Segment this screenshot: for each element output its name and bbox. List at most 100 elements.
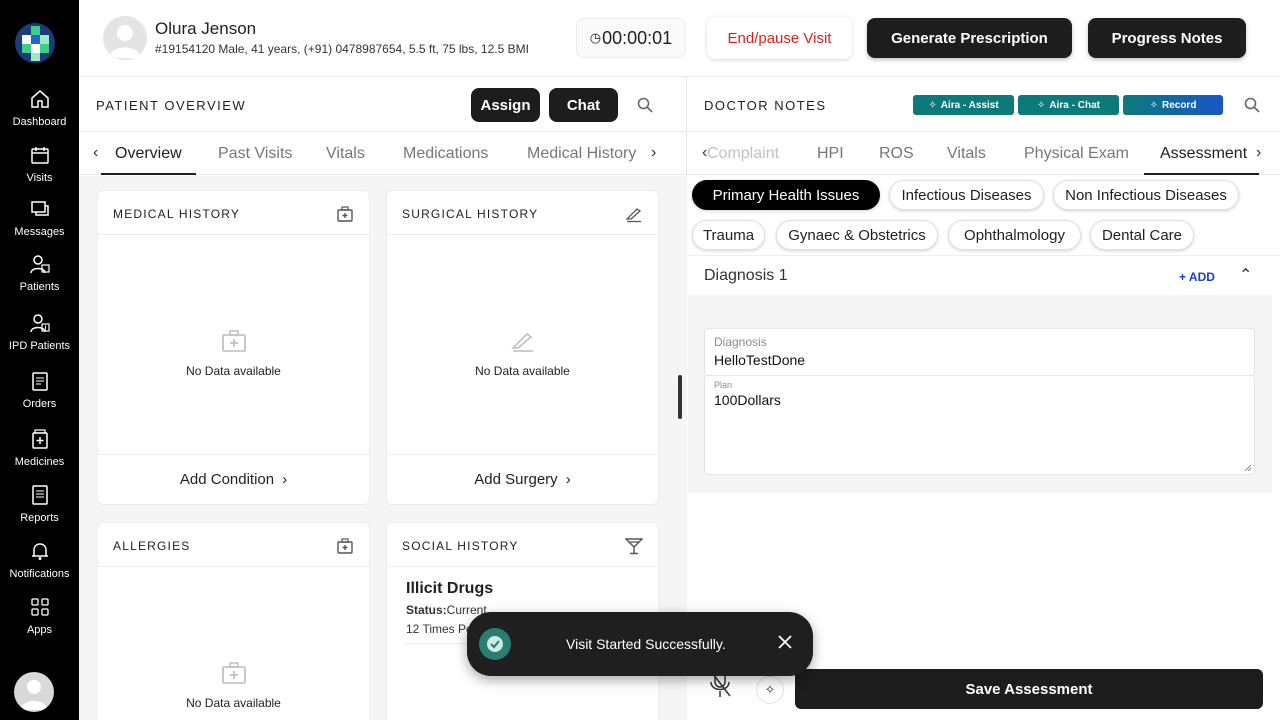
chevron-right-icon[interactable]: › (647, 144, 661, 162)
sidebar-item-patients[interactable]: Patients (0, 253, 79, 293)
tab-hpi[interactable]: HPI (817, 145, 844, 163)
record-label: Record (1161, 99, 1197, 111)
patient-silhouette-icon (109, 25, 141, 58)
sidebar-item-dashboard[interactable]: Dashboard (0, 88, 79, 128)
add-surgery-label: Add Surgery (474, 471, 558, 488)
social-item-status: Status:Current (406, 603, 487, 617)
add-surgery-button[interactable]: Add Surgery › (387, 454, 658, 504)
user-avatar[interactable] (14, 672, 54, 712)
diagnosis-header-row[interactable]: Diagnosis 1 + ADD ⌃ (688, 255, 1280, 295)
sidebar-item-messages[interactable]: Messages (0, 198, 79, 238)
aira-assist-button[interactable]: ✧ Aira - Assist (913, 95, 1014, 115)
calendar-icon (30, 147, 49, 164)
card-title: SOCIAL HISTORY (402, 539, 519, 553)
tab-overview[interactable]: Overview (115, 145, 182, 163)
sidebar-item-label: IPD Patients (8, 340, 71, 352)
active-tab-underline (101, 173, 196, 175)
sidebar-item-apps[interactable]: Apps (0, 596, 79, 636)
sidebar: Dashboard Visits Messages Patients IPD P… (0, 0, 79, 720)
generate-prescription-button[interactable]: Generate Prescription (867, 18, 1072, 58)
card-title: SURGICAL HISTORY (402, 207, 539, 221)
record-button[interactable]: ✧ Record (1123, 95, 1223, 115)
category-chip-gynaec-obstetrics[interactable]: Gynaec & Obstetrics (776, 220, 938, 250)
save-assessment-button[interactable]: Save Assessment (795, 669, 1263, 709)
category-chip-dental-care[interactable]: Dental Care (1090, 220, 1194, 250)
tab-past-visits[interactable]: Past Visits (218, 145, 292, 163)
category-chip-trauma[interactable]: Trauma (692, 220, 765, 250)
sidebar-item-visits[interactable]: Visits (0, 144, 79, 184)
empty-state-text: No Data available (186, 696, 281, 710)
card-header: SOCIAL HISTORY (387, 523, 658, 567)
plan-value: 100Dollars (714, 392, 781, 408)
close-icon[interactable] (777, 634, 793, 650)
scalpel-icon[interactable] (625, 205, 643, 223)
end-pause-visit-button[interactable]: End/pause Visit (707, 17, 852, 59)
plan-textarea[interactable]: Plan 100Dollars (704, 375, 1255, 475)
add-condition-button[interactable]: Add Condition › (98, 454, 369, 504)
bell-icon (31, 543, 48, 560)
cocktail-glass-icon[interactable] (625, 537, 643, 555)
sidebar-item-label: Orders (22, 398, 57, 410)
category-chip-primary-health-issues[interactable]: Primary Health Issues (692, 180, 880, 210)
tab-complaint[interactable]: Complaint (707, 145, 779, 163)
category-chip-non-infectious-diseases[interactable]: Non Infectious Diseases (1053, 180, 1239, 210)
sidebar-item-reports[interactable]: Reports (0, 484, 79, 524)
tab-ros[interactable]: ROS (879, 145, 914, 163)
status-label: Status: (406, 603, 447, 617)
add-diagnosis-button[interactable]: + ADD (1179, 270, 1215, 284)
tab-assessment[interactable]: Assessment (1160, 145, 1247, 163)
sidebar-item-label: Notifications (9, 568, 70, 580)
chevron-up-icon[interactable]: ⌃ (1239, 265, 1252, 285)
app-logo-icon[interactable] (14, 22, 56, 64)
medical-kit-icon (221, 330, 246, 352)
search-icon[interactable] (637, 97, 653, 113)
add-condition-label: Add Condition (179, 471, 275, 488)
tab-vitals[interactable]: Vitals (947, 145, 986, 163)
clock-icon: ◷ (589, 30, 602, 45)
messages-icon (30, 201, 49, 216)
progress-notes-button[interactable]: Progress Notes (1088, 18, 1246, 58)
sidebar-item-notifications[interactable]: Notifications (0, 540, 79, 580)
sidebar-item-orders[interactable]: Orders (0, 370, 79, 410)
sidebar-item-label: Messages (14, 226, 65, 238)
card-header: MEDICAL HISTORY (98, 191, 369, 235)
empty-state-text: No Data available (475, 364, 570, 378)
chevron-left-icon[interactable]: ‹ (93, 144, 98, 162)
sidebar-item-label: Patients (19, 281, 60, 293)
plan-label: Plan (714, 380, 733, 390)
sidebar-item-medicines[interactable]: Medicines (0, 428, 79, 468)
medicine-icon (31, 429, 48, 449)
visit-timer: ◷ 00:00:01 (576, 18, 686, 58)
sidebar-item-ipd-patients[interactable]: IPD Patients (0, 312, 79, 352)
diagnosis-value: HelloTestDone (714, 352, 806, 368)
surgical-history-card: SURGICAL HISTORY No Data available Add S… (386, 190, 659, 505)
doctor-notes-tabs: ‹ Complaint HPI ROS Vitals Physical Exam… (688, 131, 1280, 175)
doctor-notes-title: DOCTOR NOTES (704, 98, 827, 113)
search-icon[interactable] (1244, 97, 1260, 113)
category-chip-ophthalmology[interactable]: Ophthalmology (948, 220, 1081, 250)
chevron-right-icon: › (565, 471, 571, 488)
aira-chat-button[interactable]: ✧ Aira - Chat (1018, 95, 1119, 115)
chevron-right-icon[interactable]: › (1256, 144, 1261, 162)
apps-grid-icon (30, 598, 49, 616)
chat-button[interactable]: Chat (549, 88, 618, 122)
tab-physical-exam[interactable]: Physical Exam (1024, 145, 1129, 163)
patient-avatar (103, 16, 147, 60)
tab-medications[interactable]: Medications (403, 145, 488, 163)
category-chip-infectious-diseases[interactable]: Infectious Diseases (889, 180, 1044, 210)
aira-assist-label: Aira - Assist (940, 99, 999, 111)
medical-kit-icon[interactable] (336, 205, 354, 223)
patient-meta: #19154120 Male, 41 years, (+91) 04789876… (155, 42, 529, 56)
sidebar-item-label: Apps (26, 624, 53, 636)
patient-header: Olura Jenson #19154120 Male, 41 years, (… (79, 0, 1280, 77)
tab-medical-history[interactable]: Medical History (527, 145, 636, 163)
app-root: Dashboard Visits Messages Patients IPD P… (0, 0, 1280, 720)
medical-kit-icon[interactable] (336, 537, 354, 555)
tab-vitals[interactable]: Vitals (326, 145, 365, 163)
resize-grip-icon[interactable] (1244, 464, 1252, 472)
diagnosis-field[interactable]: Diagnosis HelloTestDone (704, 328, 1255, 376)
scalpel-icon (510, 333, 533, 352)
panel-resize-handle[interactable] (678, 375, 682, 419)
assign-button[interactable]: Assign (471, 88, 540, 122)
magic-wand-button[interactable]: ✧ (756, 676, 784, 704)
